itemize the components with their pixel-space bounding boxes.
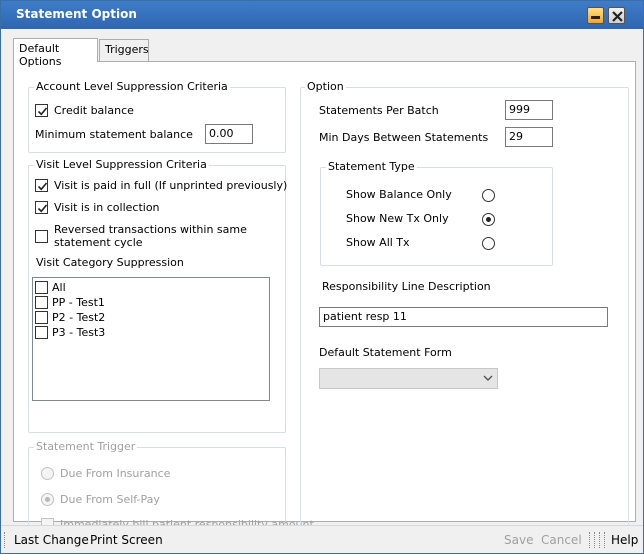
visit-category-list[interactable]: All PP - Test1 P2 - Test2 P3 - Test3 <box>32 277 270 401</box>
dialog-body: Default Options Triggers Account Level S… <box>1 29 643 545</box>
grip-separator <box>589 532 591 548</box>
statements-per-batch-input[interactable]: 999 <box>505 100 553 120</box>
visit-category-title: Visit Category Suppression <box>36 256 184 269</box>
last-change-button[interactable]: Last Change <box>14 533 89 547</box>
min-days-label: Min Days Between Statements <box>319 131 489 144</box>
credit-balance-label: Credit balance <box>54 104 134 117</box>
paid-in-full-label: Visit is paid in full (If unprinted prev… <box>54 179 288 192</box>
tab-label: Default Options <box>19 42 62 68</box>
status-bar: Last Change Print Screen Save Cancel Hel… <box>1 525 643 553</box>
credit-balance-checkbox[interactable] <box>35 104 48 117</box>
visit-level-group: Visit Level Suppression Criteria Visit i… <box>28 158 288 433</box>
close-icon <box>612 11 623 22</box>
paid-in-full-checkbox[interactable] <box>35 179 48 192</box>
show-all-tx-label: Show All Tx <box>346 236 410 249</box>
in-collection-label: Visit is in collection <box>54 201 160 214</box>
account-level-group: Account Level Suppression Criteria Credi… <box>28 80 286 153</box>
window-title: Statement Option <box>16 7 137 21</box>
group-title: Visit Level Suppression Criteria <box>34 158 209 171</box>
grip-handle <box>4 532 6 548</box>
tab-triggers[interactable]: Triggers <box>99 39 149 61</box>
checkmark-icon <box>37 204 48 213</box>
group-title: Statement Trigger <box>34 440 138 453</box>
group-title: Option <box>305 80 346 93</box>
category-checkbox-p2[interactable] <box>35 311 48 324</box>
list-item: P2 - Test2 <box>52 311 106 324</box>
responsibility-line-label: Responsibility Line Description <box>322 280 491 293</box>
grip-separator <box>604 532 606 548</box>
min-days-input[interactable]: 29 <box>505 127 553 147</box>
option-group: Option Statements Per Batch 999 Min Days… <box>300 80 629 545</box>
category-checkbox-p3[interactable] <box>35 326 48 339</box>
grip-separator <box>594 532 596 548</box>
reversed-transactions-checkbox[interactable] <box>35 230 48 243</box>
tab-default-options[interactable]: Default Options <box>13 38 98 68</box>
show-new-tx-only-label: Show New Tx Only <box>346 212 449 225</box>
min-balance-label: Minimum statement balance <box>35 128 193 141</box>
reversed-transactions-label-line1: Reversed transactions within same <box>54 223 247 236</box>
statements-per-batch-label: Statements Per Batch <box>319 104 439 117</box>
statement-type-group: Statement Type Show Balance Only Show Ne… <box>320 160 553 266</box>
group-title: Account Level Suppression Criteria <box>34 80 230 93</box>
reversed-transactions-label-line2: statement cycle <box>54 236 143 249</box>
responsibility-line-input[interactable]: patient resp 11 <box>319 307 608 327</box>
in-collection-checkbox[interactable] <box>35 201 48 214</box>
due-from-insurance-label: Due From Insurance <box>60 467 171 480</box>
save-button[interactable]: Save <box>504 533 533 547</box>
chevron-down-icon <box>483 375 493 381</box>
due-from-self-pay-label: Due From Self-Pay <box>60 493 160 506</box>
print-screen-button[interactable]: Print Screen <box>90 533 163 547</box>
default-statement-form-label: Default Statement Form <box>319 346 452 359</box>
minimize-button[interactable] <box>587 7 604 24</box>
show-balance-only-label: Show Balance Only <box>346 188 452 201</box>
category-checkbox-all[interactable] <box>35 281 48 294</box>
min-balance-input[interactable]: 0.00 <box>205 124 253 144</box>
grip-separator <box>599 532 601 548</box>
checkmark-icon <box>37 107 48 116</box>
list-item: P3 - Test3 <box>52 326 106 339</box>
show-all-tx-radio[interactable] <box>482 237 495 250</box>
default-statement-form-select[interactable] <box>319 368 498 389</box>
list-item: PP - Test1 <box>52 296 105 309</box>
help-button[interactable]: Help <box>611 533 638 547</box>
category-checkbox-pp[interactable] <box>35 296 48 309</box>
title-bar: Statement Option <box>1 1 643 29</box>
due-from-self-pay-radio[interactable] <box>41 493 54 506</box>
checkmark-icon <box>37 182 48 191</box>
group-title: Statement Type <box>326 160 417 173</box>
show-balance-only-radio[interactable] <box>482 189 495 202</box>
close-button[interactable] <box>608 7 625 24</box>
default-options-panel: Account Level Suppression Criteria Credi… <box>13 61 636 545</box>
due-from-insurance-radio[interactable] <box>41 467 54 480</box>
tab-label: Triggers <box>105 43 149 56</box>
list-item: All <box>52 281 66 294</box>
show-new-tx-only-radio[interactable] <box>482 213 495 226</box>
statement-option-window: Statement Option Default Options Trigger… <box>0 0 644 554</box>
cancel-button[interactable]: Cancel <box>541 533 582 547</box>
